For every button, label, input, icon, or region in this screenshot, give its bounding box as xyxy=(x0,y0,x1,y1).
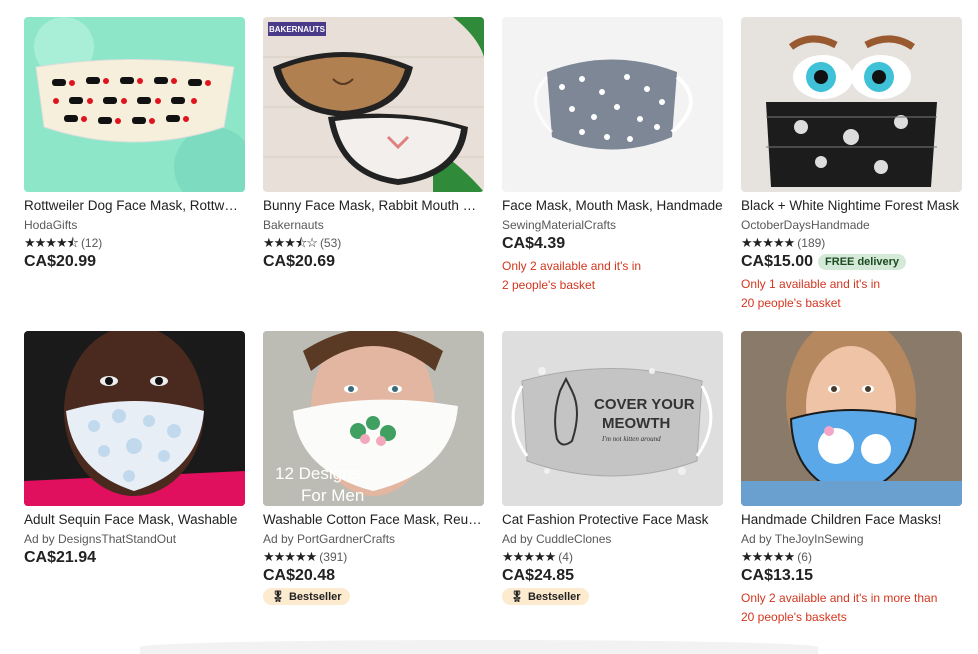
listing-image[interactable] xyxy=(741,331,962,506)
rating: ★★★★⯪ (12) xyxy=(24,235,245,251)
price: CA$20.48 xyxy=(263,567,336,584)
rating: ★★★★★ (189) xyxy=(741,235,962,251)
badge-label: Bestseller xyxy=(527,590,581,603)
children-mask-image xyxy=(741,331,962,506)
listing-image[interactable]: COVER YOUR MEOWTH I'm not kitten around xyxy=(502,331,723,506)
rating-count: (189) xyxy=(797,236,826,250)
rating: ★★★⯪☆ (53) xyxy=(263,235,484,251)
shop-name: Ad by CuddleClones xyxy=(502,532,612,546)
price: CA$13.15 xyxy=(741,567,814,584)
bestseller-badge: 🎖 Bestseller xyxy=(263,588,350,605)
price: CA$24.85 xyxy=(502,567,575,584)
star-rating-icon: ★★★★★ xyxy=(741,549,795,564)
free-delivery-badge: FREE delivery xyxy=(818,254,907,270)
star-rating-icon: ★★★★⯪ xyxy=(24,235,79,250)
star-rating-icon: ★★★★★ xyxy=(263,549,317,564)
brand-label: BAKERNAUTS xyxy=(269,25,326,34)
forest-mask-image xyxy=(741,17,962,192)
cotton-mask-image: 12 Designs For Men xyxy=(263,331,484,506)
listing-title[interactable]: Face Mask, Mouth Mask, Handmade xyxy=(502,198,723,214)
stock-notice: Only 1 available and it's in 20 people's… xyxy=(741,277,881,310)
listing-title[interactable]: Adult Sequin Face Mask, Washable xyxy=(24,512,245,528)
award-icon: 🎖 xyxy=(271,591,285,603)
bunny-mask-image: BAKERNAUTS xyxy=(263,17,484,192)
rating-count: (6) xyxy=(797,550,812,564)
price: CA$20.69 xyxy=(263,253,336,270)
rottweiler-mask-image xyxy=(24,17,245,192)
rating: ★★★★★ (4) xyxy=(502,549,723,565)
listing-title[interactable]: Bunny Face Mask, Rabbit Mouth Mask xyxy=(263,198,484,214)
overlay-line-1: 12 Designs xyxy=(275,464,360,483)
award-icon: 🎖 xyxy=(510,591,524,603)
price: CA$21.94 xyxy=(24,549,97,566)
listing-card[interactable]: COVER YOUR MEOWTH I'm not kitten around … xyxy=(502,331,723,627)
price: CA$15.00 xyxy=(741,253,814,270)
shop-name: Ad by TheJoyInSewing xyxy=(741,532,864,546)
mask-print-line-1: COVER YOUR xyxy=(594,396,695,413)
grey-mask-image xyxy=(502,17,723,192)
bottom-overlay xyxy=(140,640,818,654)
listing-card[interactable]: Black + White Nightime Forest Mask Octob… xyxy=(741,17,962,313)
shop-name: Bakernauts xyxy=(263,218,324,232)
rating: ★★★★★ (391) xyxy=(263,549,484,565)
mask-print-subline: I'm not kitten around xyxy=(601,435,661,443)
listing-title[interactable]: Washable Cotton Face Mask, Reusable xyxy=(263,512,484,528)
listing-title[interactable]: Black + White Nightime Forest Mask xyxy=(741,198,962,214)
rating: ★★★★★ (6) xyxy=(741,549,962,565)
star-rating-icon: ★★★★★ xyxy=(502,549,556,564)
listing-image[interactable]: BAKERNAUTS xyxy=(263,17,484,192)
rating-count: (391) xyxy=(319,550,348,564)
listing-title[interactable]: Rottweiler Dog Face Mask, Rottweiler Pri… xyxy=(24,198,245,214)
listing-title[interactable]: Cat Fashion Protective Face Mask xyxy=(502,512,723,528)
listing-image[interactable] xyxy=(741,17,962,192)
listing-image[interactable] xyxy=(24,17,245,192)
price: CA$20.99 xyxy=(24,253,97,270)
shop-name: Ad by PortGardnerCrafts xyxy=(263,532,396,546)
star-rating-icon: ★★★⯪☆ xyxy=(263,235,318,250)
listing-card[interactable]: BAKERNAUTS Bunny Face Mask, Rabbit Mouth… xyxy=(263,17,484,313)
stock-notice: Only 2 available and it's in 2 people's … xyxy=(502,259,642,292)
listing-grid: Rottweiler Dog Face Mask, Rottweiler Pri… xyxy=(24,17,962,627)
listing-title[interactable]: Handmade Children Face Masks! xyxy=(741,512,962,528)
bestseller-badge: 🎖 Bestseller xyxy=(502,588,589,605)
listing-card[interactable]: Handmade Children Face Masks! Ad by TheJ… xyxy=(741,331,962,627)
listing-card[interactable]: 12 Designs For Men Washable Cotton Face … xyxy=(263,331,484,627)
shop-name: SewingMaterialCrafts xyxy=(502,218,617,232)
price: CA$4.39 xyxy=(502,235,566,252)
sequin-mask-image xyxy=(24,331,245,506)
listing-card[interactable]: Face Mask, Mouth Mask, Handmade SewingMa… xyxy=(502,17,723,313)
shop-name: HodaGifts xyxy=(24,218,78,232)
rating-count: (53) xyxy=(319,236,342,250)
mask-print-line-2: MEOWTH xyxy=(602,415,670,432)
shop-name: Ad by DesignsThatStandOut xyxy=(24,532,177,546)
star-rating-icon: ★★★★★ xyxy=(741,235,795,250)
rating-count: (12) xyxy=(80,236,103,250)
overlay-line-2: For Men xyxy=(301,486,364,505)
listing-card[interactable]: Adult Sequin Face Mask, Washable Ad by D… xyxy=(24,331,245,627)
listing-image[interactable] xyxy=(502,17,723,192)
stock-notice: Only 2 available and it's in more than 2… xyxy=(741,591,938,624)
listing-card[interactable]: Rottweiler Dog Face Mask, Rottweiler Pri… xyxy=(24,17,245,313)
listing-image[interactable] xyxy=(24,331,245,506)
cat-mask-image: COVER YOUR MEOWTH I'm not kitten around xyxy=(502,331,723,506)
listing-image[interactable]: 12 Designs For Men xyxy=(263,331,484,506)
rating-count: (4) xyxy=(558,550,573,564)
badge-label: Bestseller xyxy=(288,590,342,603)
shop-name: OctoberDaysHandmade xyxy=(741,218,870,232)
